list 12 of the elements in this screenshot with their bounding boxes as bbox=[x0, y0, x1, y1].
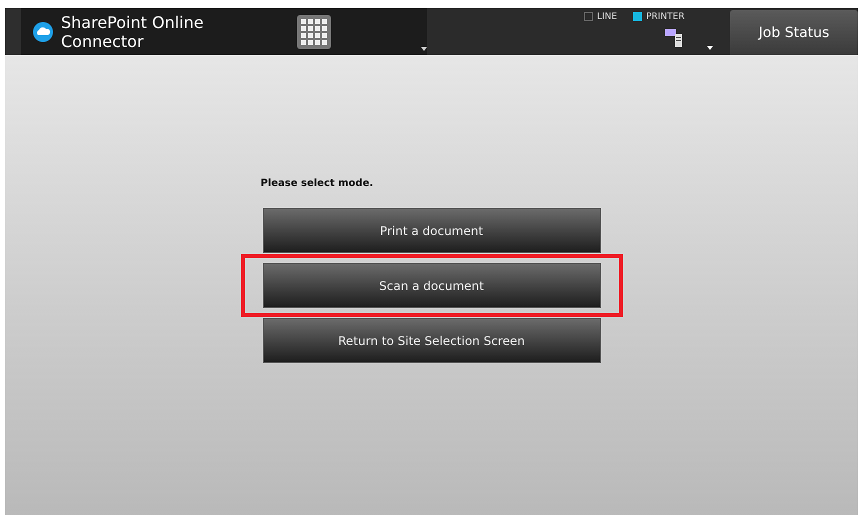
cloud-icon bbox=[33, 22, 53, 42]
app-title: SharePoint Online Connector bbox=[61, 12, 205, 50]
job-status-button[interactable]: Job Status bbox=[730, 10, 858, 55]
mode-button[interactable]: Scan a document bbox=[262, 263, 600, 308]
indicator-label: PRINTER bbox=[646, 12, 685, 22]
caret-icon[interactable] bbox=[421, 47, 427, 51]
mode-button[interactable]: Return to Site Selection Screen bbox=[262, 318, 600, 363]
prompt-text: Please select mode. bbox=[260, 178, 374, 189]
keypad-icon[interactable] bbox=[297, 15, 331, 49]
indicator-label: LINE bbox=[597, 12, 618, 22]
caret-icon[interactable] bbox=[707, 46, 713, 50]
mode-button[interactable]: Print a document bbox=[262, 208, 600, 253]
